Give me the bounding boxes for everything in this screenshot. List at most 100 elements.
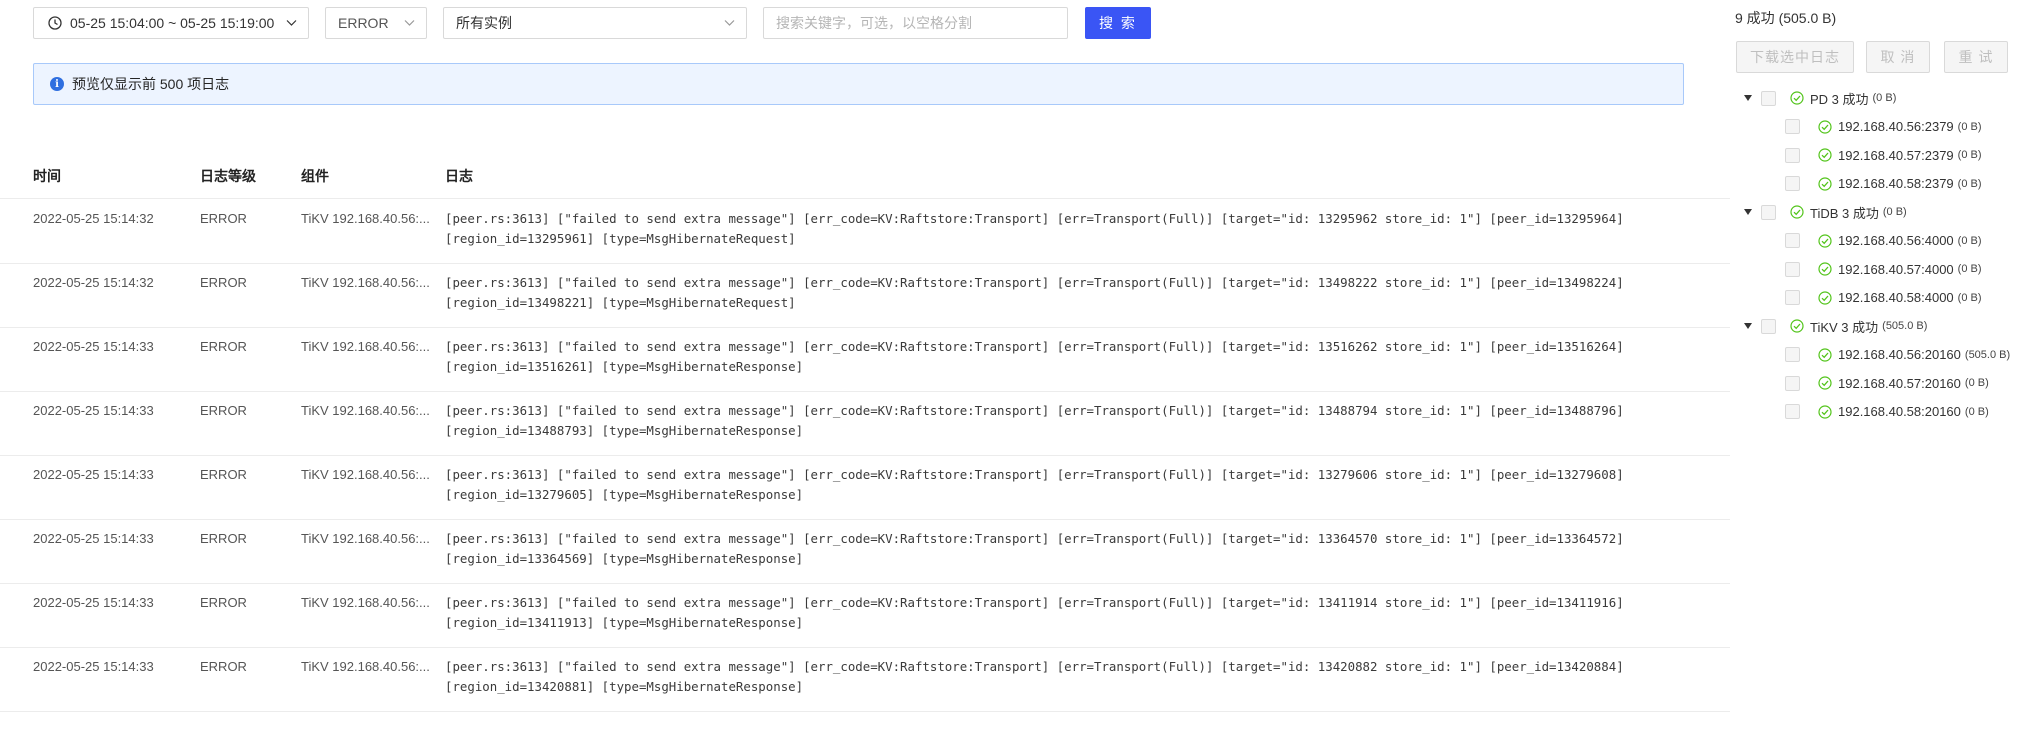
check-circle-icon — [1790, 91, 1804, 105]
instance-size: (0 B) — [1957, 177, 1982, 190]
table-row[interactable]: 2022-05-25 15:14:33 ERROR TiKV 192.168.40.… — [0, 455, 1730, 520]
download-summary: 9 成功 (505.0 B) — [1735, 10, 1837, 26]
log-level: ERROR — [200, 467, 247, 482]
instance-select-value: 所有实例 — [456, 15, 512, 31]
instance-size: (0 B) — [1957, 149, 1982, 161]
check-circle-icon — [1818, 119, 1832, 134]
tree-item[interactable]: 192.168.40.56:20160 (505.0 B) — [1785, 344, 2010, 366]
item-checkbox[interactable] — [1785, 233, 1800, 248]
search-placeholder: 搜索关键字，可选，以空格分割 — [776, 15, 972, 31]
chevron-down-icon — [286, 20, 297, 26]
table-row[interactable]: 2022-05-25 15:14:33 ERROR TiKV 192.168.40.… — [0, 519, 1730, 584]
log-level: ERROR — [200, 659, 247, 674]
instance-size: (0 B) — [1957, 234, 1982, 247]
log-level: ERROR — [200, 403, 247, 418]
log-message: [peer.rs:3613] ["failed to send extra me… — [445, 595, 1624, 630]
item-checkbox[interactable] — [1785, 119, 1800, 134]
caret-down-icon[interactable] — [1744, 209, 1752, 215]
chevron-down-icon — [404, 20, 415, 26]
log-component: TiKV 192.168.40.56:... — [301, 211, 430, 226]
tree-group[interactable]: TiDB 3 成功 (0 B) — [1744, 201, 1907, 223]
time-range-picker[interactable]: 05-25 15:04:00 ~ 05-25 15:19:00 — [33, 7, 309, 39]
check-circle-icon — [1818, 233, 1832, 248]
caret-down-icon[interactable] — [1744, 95, 1752, 101]
instance-address: 192.168.40.58:4000 — [1838, 290, 1954, 305]
table-row[interactable]: 2022-05-25 15:14:33 ERROR TiKV 192.168.40.… — [0, 647, 1730, 712]
clock-icon — [48, 16, 62, 30]
item-checkbox[interactable] — [1785, 176, 1800, 191]
instance-select[interactable]: 所有实例 — [443, 7, 747, 39]
item-checkbox[interactable] — [1785, 290, 1800, 305]
log-message: [peer.rs:3613] ["failed to send extra me… — [445, 339, 1624, 374]
log-level: ERROR — [200, 595, 247, 610]
log-message: [peer.rs:3613] ["failed to send extra me… — [445, 403, 1624, 438]
log-time: 2022-05-25 15:14:32 — [33, 275, 154, 290]
item-checkbox[interactable] — [1785, 375, 1800, 391]
log-table-header: 时间 日志等级 组件 日志 — [0, 160, 1730, 199]
log-component: TiKV 192.168.40.56:... — [301, 403, 430, 418]
log-component: TiKV 192.168.40.56:... — [301, 659, 430, 674]
time-range-value: 05-25 15:04:00 ~ 05-25 15:19:00 — [70, 15, 275, 31]
instance-address: 192.168.40.56:4000 — [1838, 233, 1954, 248]
table-row[interactable]: 2022-05-25 15:14:32 ERROR TiKV 192.168.40.… — [0, 263, 1730, 328]
log-component: TiKV 192.168.40.56:... — [301, 595, 430, 610]
item-checkbox[interactable] — [1785, 261, 1800, 277]
check-circle-icon — [1790, 319, 1804, 333]
group-size: (505.0 B) — [1882, 320, 1928, 332]
instance-size: (0 B) — [1957, 263, 1982, 275]
log-time: 2022-05-25 15:14:33 — [33, 531, 154, 546]
log-time: 2022-05-25 15:14:33 — [33, 467, 154, 482]
log-time: 2022-05-25 15:14:32 — [33, 211, 154, 226]
cancel-button[interactable]: 取 消 — [1866, 41, 1930, 73]
preview-alert: i 预览仅显示前 500 项日志 — [33, 63, 1684, 105]
table-row[interactable]: 2022-05-25 15:14:33 ERROR TiKV 192.168.40.… — [0, 327, 1730, 392]
group-checkbox[interactable] — [1761, 318, 1776, 334]
tree-group[interactable]: TiKV 3 成功 (505.0 B) — [1744, 315, 1927, 337]
group-checkbox[interactable] — [1761, 204, 1776, 220]
tree-item[interactable]: 192.168.40.58:20160 (0 B) — [1785, 401, 1989, 423]
tree-item[interactable]: 192.168.40.56:2379 (0 B) — [1785, 116, 1982, 138]
download-selected-button[interactable]: 下载选中日志 — [1736, 41, 1854, 73]
search-button[interactable]: 搜 索 — [1085, 7, 1151, 39]
info-icon: i — [50, 77, 64, 91]
alert-text: 预览仅显示前 500 项日志 — [72, 76, 230, 92]
tree-item[interactable]: 192.168.40.57:20160 (0 B) — [1785, 372, 1989, 394]
search-input[interactable]: 搜索关键字，可选，以空格分割 — [763, 7, 1068, 39]
log-level: ERROR — [200, 211, 247, 226]
check-circle-icon — [1818, 148, 1832, 162]
log-time: 2022-05-25 15:14:33 — [33, 339, 154, 354]
log-component: TiKV 192.168.40.56:... — [301, 275, 430, 290]
tree-item[interactable]: 192.168.40.57:2379 (0 B) — [1785, 144, 1982, 166]
log-level: ERROR — [200, 339, 247, 354]
item-checkbox[interactable] — [1785, 347, 1800, 362]
log-message: [peer.rs:3613] ["failed to send extra me… — [445, 211, 1624, 246]
check-circle-icon — [1818, 262, 1832, 276]
table-row[interactable]: 2022-05-25 15:14:33 ERROR TiKV 192.168.40.… — [0, 583, 1730, 648]
log-level-value: ERROR — [338, 15, 389, 31]
instance-size: (0 B) — [1957, 120, 1982, 133]
log-message: [peer.rs:3613] ["failed to send extra me… — [445, 467, 1624, 502]
log-message: [peer.rs:3613] ["failed to send extra me… — [445, 275, 1624, 310]
log-time: 2022-05-25 15:14:33 — [33, 659, 154, 674]
instance-size: (0 B) — [1964, 405, 1989, 418]
log-message: [peer.rs:3613] ["failed to send extra me… — [445, 531, 1624, 566]
tree-item[interactable]: 192.168.40.58:2379 (0 B) — [1785, 173, 1982, 195]
tree-item[interactable]: 192.168.40.56:4000 (0 B) — [1785, 230, 1982, 252]
log-time: 2022-05-25 15:14:33 — [33, 403, 154, 418]
check-circle-icon — [1790, 205, 1804, 219]
caret-down-icon[interactable] — [1744, 323, 1752, 329]
instance-address: 192.168.40.58:20160 — [1838, 404, 1961, 419]
tree-item[interactable]: 192.168.40.57:4000 (0 B) — [1785, 258, 1982, 280]
instance-address: 192.168.40.58:2379 — [1838, 176, 1954, 191]
retry-button[interactable]: 重 试 — [1944, 41, 2008, 73]
item-checkbox[interactable] — [1785, 147, 1800, 163]
tree-item[interactable]: 192.168.40.58:4000 (0 B) — [1785, 287, 1982, 309]
tree-group[interactable]: PD 3 成功 (0 B) — [1744, 87, 1896, 109]
table-row[interactable]: 2022-05-25 15:14:32 ERROR TiKV 192.168.40.… — [0, 199, 1730, 264]
column-component: 组件 — [301, 168, 329, 184]
log-level-select[interactable]: ERROR — [325, 7, 427, 39]
table-row[interactable]: 2022-05-25 15:14:33 ERROR TiKV 192.168.40.… — [0, 391, 1730, 456]
instance-address: 192.168.40.56:20160 — [1838, 347, 1961, 362]
item-checkbox[interactable] — [1785, 404, 1800, 419]
group-checkbox[interactable] — [1761, 90, 1776, 106]
